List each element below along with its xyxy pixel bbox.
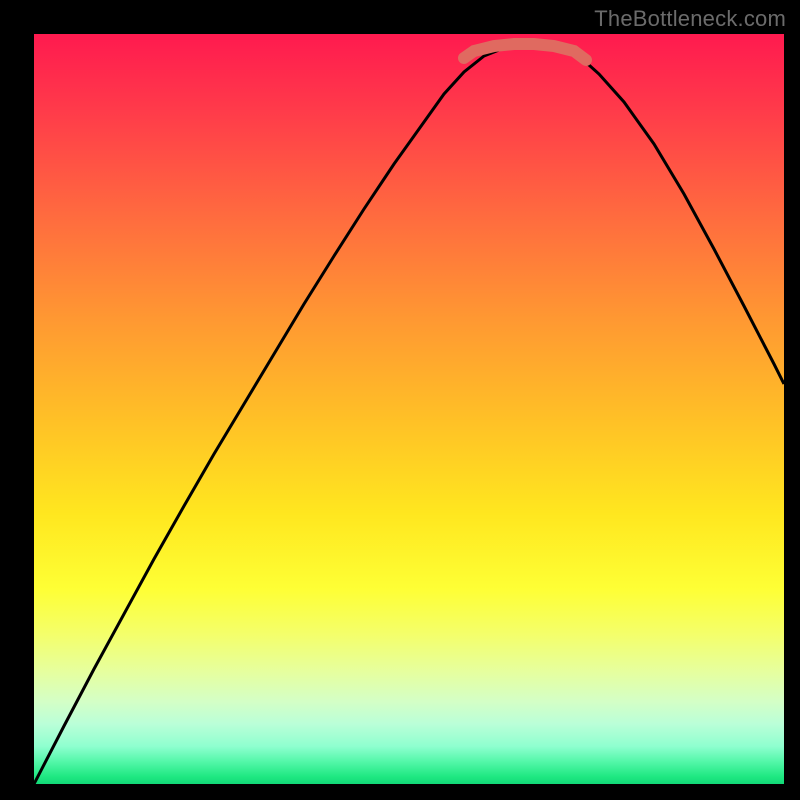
chart-frame: TheBottleneck.com [0, 0, 800, 800]
chart-plot-area [34, 34, 784, 784]
chart-svg [34, 34, 784, 784]
bottleneck-curve [34, 44, 784, 784]
watermark-label: TheBottleneck.com [594, 6, 786, 32]
